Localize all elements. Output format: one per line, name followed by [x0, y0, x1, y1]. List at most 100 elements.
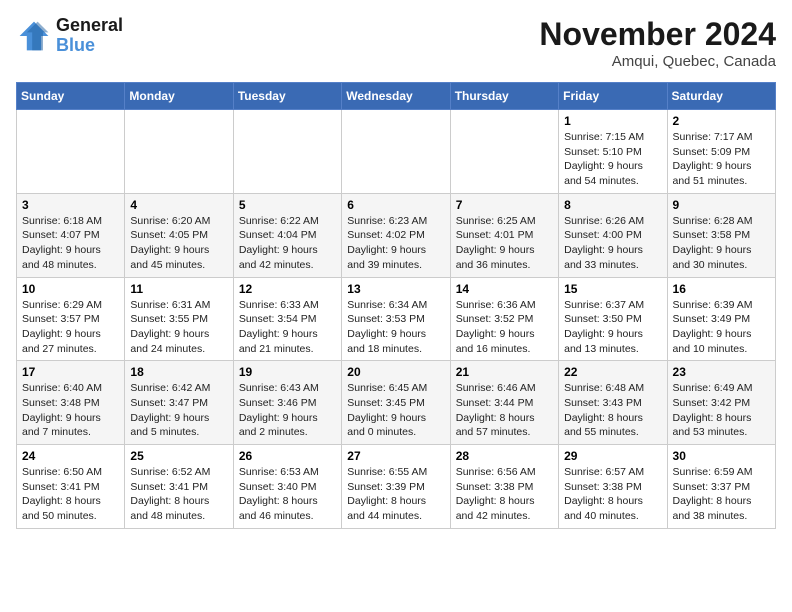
calendar-header-row: SundayMondayTuesdayWednesdayThursdayFrid…: [17, 83, 776, 110]
day-info: Sunrise: 6:42 AM Sunset: 3:47 PM Dayligh…: [130, 381, 227, 440]
calendar-cell: [450, 110, 558, 194]
day-number: 24: [22, 449, 119, 463]
day-number: 23: [673, 365, 770, 379]
calendar-cell: 28 Sunrise: 6:56 AM Sunset: 3:38 PM Dayli…: [450, 445, 558, 529]
day-number: 25: [130, 449, 227, 463]
day-info: Sunrise: 6:45 AM Sunset: 3:45 PM Dayligh…: [347, 381, 444, 440]
day-info: Sunrise: 6:40 AM Sunset: 3:48 PM Dayligh…: [22, 381, 119, 440]
day-info: Sunrise: 6:20 AM Sunset: 4:05 PM Dayligh…: [130, 214, 227, 273]
logo-icon: [16, 18, 52, 54]
title-block: November 2024 Amqui, Quebec, Canada: [539, 16, 776, 70]
day-info: Sunrise: 6:33 AM Sunset: 3:54 PM Dayligh…: [239, 298, 336, 357]
calendar-cell: 29Sunrise: 6:57 AM Sunset: 3:38 PM Dayli…: [559, 445, 667, 529]
calendar-cell: 9 Sunrise: 6:28 AM Sunset: 3:58 PM Daylig…: [667, 193, 775, 277]
day-number: 10: [22, 282, 119, 296]
day-number: 26: [239, 449, 336, 463]
location: Amqui, Quebec, Canada: [539, 53, 776, 70]
calendar-cell: 1 Sunrise: 7:15 AM Sunset: 5:10 PM Daylig…: [559, 110, 667, 194]
day-info: Sunrise: 6:29 AM Sunset: 3:57 PM Dayligh…: [22, 298, 119, 357]
day-info: Sunrise: 6:46 AM Sunset: 3:44 PM Dayligh…: [456, 381, 553, 440]
day-info: Sunrise: 6:55 AM Sunset: 3:39 PM Dayligh…: [347, 465, 444, 524]
day-number: 8: [564, 198, 661, 212]
calendar-cell: [342, 110, 450, 194]
logo: General Blue: [16, 16, 123, 56]
day-info: Sunrise: 6:59 AM Sunset: 3:37 PM Dayligh…: [673, 465, 770, 524]
day-number: 5: [239, 198, 336, 212]
day-info: Sunrise: 7:15 AM Sunset: 5:10 PM Dayligh…: [564, 130, 661, 189]
day-info: Sunrise: 6:23 AM Sunset: 4:02 PM Dayligh…: [347, 214, 444, 273]
calendar-cell: 15Sunrise: 6:37 AM Sunset: 3:50 PM Dayli…: [559, 277, 667, 361]
day-info: Sunrise: 6:31 AM Sunset: 3:55 PM Dayligh…: [130, 298, 227, 357]
day-info: Sunrise: 6:25 AM Sunset: 4:01 PM Dayligh…: [456, 214, 553, 273]
day-number: 6: [347, 198, 444, 212]
calendar: SundayMondayTuesdayWednesdayThursdayFrid…: [16, 82, 776, 529]
calendar-cell: 16 Sunrise: 6:39 AM Sunset: 3:49 PM Dayli…: [667, 277, 775, 361]
calendar-cell: 4 Sunrise: 6:20 AM Sunset: 4:05 PM Daylig…: [125, 193, 233, 277]
weekday-header-sunday: Sunday: [17, 83, 125, 110]
calendar-cell: 6 Sunrise: 6:23 AM Sunset: 4:02 PM Daylig…: [342, 193, 450, 277]
day-info: Sunrise: 6:49 AM Sunset: 3:42 PM Dayligh…: [673, 381, 770, 440]
day-number: 14: [456, 282, 553, 296]
day-number: 13: [347, 282, 444, 296]
logo-text: General Blue: [56, 16, 123, 56]
calendar-cell: 30 Sunrise: 6:59 AM Sunset: 3:37 PM Dayli…: [667, 445, 775, 529]
weekday-header-tuesday: Tuesday: [233, 83, 341, 110]
day-number: 22: [564, 365, 661, 379]
day-info: Sunrise: 6:52 AM Sunset: 3:41 PM Dayligh…: [130, 465, 227, 524]
calendar-cell: 21 Sunrise: 6:46 AM Sunset: 3:44 PM Dayli…: [450, 361, 558, 445]
day-number: 1: [564, 114, 661, 128]
calendar-cell: 7 Sunrise: 6:25 AM Sunset: 4:01 PM Daylig…: [450, 193, 558, 277]
calendar-cell: 23 Sunrise: 6:49 AM Sunset: 3:42 PM Dayli…: [667, 361, 775, 445]
day-number: 19: [239, 365, 336, 379]
day-number: 12: [239, 282, 336, 296]
calendar-cell: 25 Sunrise: 6:52 AM Sunset: 3:41 PM Dayli…: [125, 445, 233, 529]
day-info: Sunrise: 6:56 AM Sunset: 3:38 PM Dayligh…: [456, 465, 553, 524]
weekday-header-friday: Friday: [559, 83, 667, 110]
day-number: 29: [564, 449, 661, 463]
day-number: 27: [347, 449, 444, 463]
day-info: Sunrise: 7:17 AM Sunset: 5:09 PM Dayligh…: [673, 130, 770, 189]
weekday-header-monday: Monday: [125, 83, 233, 110]
day-number: 4: [130, 198, 227, 212]
day-info: Sunrise: 6:50 AM Sunset: 3:41 PM Dayligh…: [22, 465, 119, 524]
day-number: 3: [22, 198, 119, 212]
day-number: 17: [22, 365, 119, 379]
calendar-cell: 10 Sunrise: 6:29 AM Sunset: 3:57 PM Dayli…: [17, 277, 125, 361]
day-number: 16: [673, 282, 770, 296]
day-info: Sunrise: 6:18 AM Sunset: 4:07 PM Dayligh…: [22, 214, 119, 273]
calendar-cell: 26 Sunrise: 6:53 AM Sunset: 3:40 PM Dayli…: [233, 445, 341, 529]
day-info: Sunrise: 6:53 AM Sunset: 3:40 PM Dayligh…: [239, 465, 336, 524]
calendar-cell: 19Sunrise: 6:43 AM Sunset: 3:46 PM Dayli…: [233, 361, 341, 445]
day-number: 2: [673, 114, 770, 128]
day-info: Sunrise: 6:48 AM Sunset: 3:43 PM Dayligh…: [564, 381, 661, 440]
weekday-header-saturday: Saturday: [667, 83, 775, 110]
day-number: 28: [456, 449, 553, 463]
day-number: 7: [456, 198, 553, 212]
calendar-cell: 24 Sunrise: 6:50 AM Sunset: 3:41 PM Dayli…: [17, 445, 125, 529]
calendar-cell: 3 Sunrise: 6:18 AM Sunset: 4:07 PM Daylig…: [17, 193, 125, 277]
day-number: 30: [673, 449, 770, 463]
day-number: 20: [347, 365, 444, 379]
calendar-cell: 2 Sunrise: 7:17 AM Sunset: 5:09 PM Daylig…: [667, 110, 775, 194]
calendar-cell: 13 Sunrise: 6:34 AM Sunset: 3:53 PM Dayli…: [342, 277, 450, 361]
day-number: 9: [673, 198, 770, 212]
calendar-cell: 20 Sunrise: 6:45 AM Sunset: 3:45 PM Dayli…: [342, 361, 450, 445]
month-title: November 2024: [539, 16, 776, 53]
calendar-cell: 5Sunrise: 6:22 AM Sunset: 4:04 PM Daylig…: [233, 193, 341, 277]
day-info: Sunrise: 6:28 AM Sunset: 3:58 PM Dayligh…: [673, 214, 770, 273]
day-info: Sunrise: 6:36 AM Sunset: 3:52 PM Dayligh…: [456, 298, 553, 357]
calendar-cell: [125, 110, 233, 194]
calendar-cell: 8Sunrise: 6:26 AM Sunset: 4:00 PM Daylig…: [559, 193, 667, 277]
calendar-cell: 27 Sunrise: 6:55 AM Sunset: 3:39 PM Dayli…: [342, 445, 450, 529]
day-number: 15: [564, 282, 661, 296]
calendar-cell: [233, 110, 341, 194]
weekday-header-thursday: Thursday: [450, 83, 558, 110]
page-header: General Blue November 2024 Amqui, Quebec…: [16, 16, 776, 70]
calendar-cell: [17, 110, 125, 194]
day-number: 21: [456, 365, 553, 379]
day-info: Sunrise: 6:34 AM Sunset: 3:53 PM Dayligh…: [347, 298, 444, 357]
day-info: Sunrise: 6:39 AM Sunset: 3:49 PM Dayligh…: [673, 298, 770, 357]
calendar-cell: 11Sunrise: 6:31 AM Sunset: 3:55 PM Dayli…: [125, 277, 233, 361]
calendar-cell: 14 Sunrise: 6:36 AM Sunset: 3:52 PM Dayli…: [450, 277, 558, 361]
calendar-cell: 17 Sunrise: 6:40 AM Sunset: 3:48 PM Dayli…: [17, 361, 125, 445]
